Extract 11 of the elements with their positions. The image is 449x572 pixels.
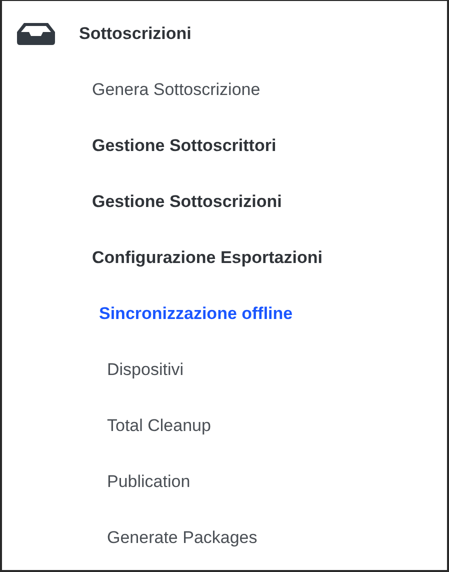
menu-item[interactable]: Sincronizzazione offline <box>99 304 293 324</box>
submenu-item[interactable]: Publication <box>107 472 190 492</box>
section-title: Sottoscrizioni <box>79 24 192 44</box>
inbox-icon <box>17 23 55 45</box>
submenu-item[interactable]: Total Cleanup <box>107 416 211 436</box>
menu-item[interactable]: Genera Sottoscrizione <box>92 80 260 100</box>
menu-item[interactable]: Gestione Sottoscrizioni <box>92 192 282 212</box>
submenu-item[interactable]: Dispositivi <box>107 360 184 380</box>
submenu-item[interactable]: Generate Packages <box>107 528 258 548</box>
menu-item[interactable]: Configurazione Esportazioni <box>92 248 322 268</box>
menu-item[interactable]: Gestione Sottoscrittori <box>92 136 276 156</box>
